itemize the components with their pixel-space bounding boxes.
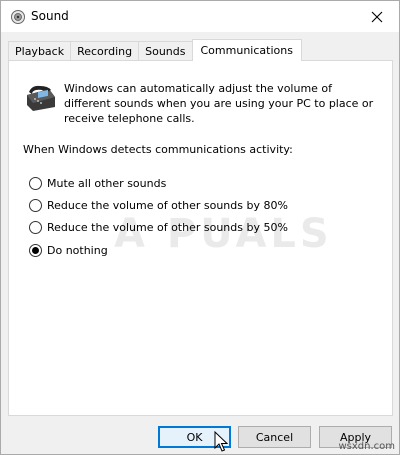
option-mute-all[interactable]: Mute all other sounds: [29, 175, 166, 191]
telephone-icon: [27, 85, 55, 111]
title-bar: Sound: [1, 1, 399, 32]
tab-playback[interactable]: Playback: [8, 41, 72, 61]
description-text: Windows can automatically adjust the vol…: [64, 82, 374, 125]
tab-communications[interactable]: Communications: [191, 39, 302, 61]
option-reduce-50[interactable]: Reduce the volume of other sounds by 50%: [29, 219, 288, 235]
sound-dialog: Sound Playback Recording Sounds Communic…: [0, 0, 400, 455]
site-watermark: wsxdn.com: [338, 441, 395, 452]
radio-button[interactable]: [29, 176, 42, 190]
close-icon: [371, 11, 383, 22]
option-label: Reduce the volume of other sounds by 50%: [47, 220, 288, 234]
option-do-nothing[interactable]: Do nothing: [29, 242, 108, 258]
radio-button-selected[interactable]: [29, 243, 42, 257]
option-reduce-80[interactable]: Reduce the volume of other sounds by 80%: [29, 197, 288, 213]
option-label: Reduce the volume of other sounds by 80%: [47, 198, 288, 212]
option-label: Do nothing: [47, 243, 108, 257]
tab-sounds[interactable]: Sounds: [138, 41, 193, 61]
tab-strip: Playback Recording Sounds Communications: [8, 39, 302, 61]
mouse-cursor-icon: [214, 431, 228, 452]
radio-button[interactable]: [29, 198, 42, 212]
communications-panel: Windows can automatically adjust the vol…: [8, 60, 393, 416]
activity-prompt: When Windows detects communications acti…: [23, 143, 293, 156]
option-label: Mute all other sounds: [47, 176, 167, 190]
speaker-icon: [11, 10, 25, 24]
window-title: Sound: [31, 9, 69, 23]
cancel-button[interactable]: Cancel: [238, 426, 311, 448]
radio-button[interactable]: [29, 220, 42, 234]
tab-recording[interactable]: Recording: [70, 41, 140, 61]
close-button[interactable]: [355, 1, 399, 32]
